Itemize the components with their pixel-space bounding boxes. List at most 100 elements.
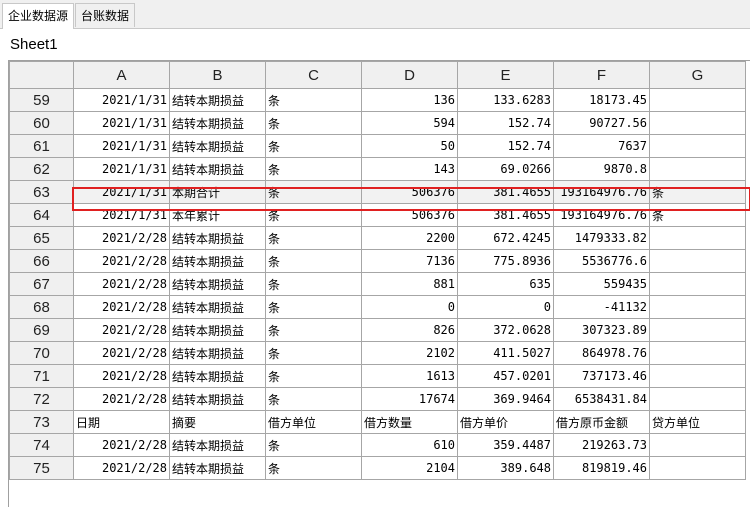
cell-a[interactable]: 2021/2/28	[73, 249, 170, 273]
cell-g[interactable]	[649, 111, 746, 135]
cell-b[interactable]: 结转本期损益	[169, 134, 266, 158]
cell-c[interactable]: 条	[265, 456, 362, 480]
row-header[interactable]: 67	[9, 272, 74, 296]
cell-d[interactable]: 594	[361, 111, 458, 135]
cell-g[interactable]	[649, 157, 746, 181]
cell-e[interactable]: 381.4655	[457, 180, 554, 204]
cell-a[interactable]: 2021/2/28	[73, 364, 170, 388]
cell-c[interactable]: 条	[265, 318, 362, 342]
row-header[interactable]: 69	[9, 318, 74, 342]
cell-d[interactable]: 143	[361, 157, 458, 181]
column-header-d[interactable]: D	[361, 61, 458, 89]
select-all-corner[interactable]	[9, 61, 74, 89]
cell-b[interactable]: 结转本期损益	[169, 272, 266, 296]
cell-g[interactable]	[649, 387, 746, 411]
column-header-c[interactable]: C	[265, 61, 362, 89]
row-header[interactable]: 74	[9, 433, 74, 457]
cell-f[interactable]: 193164976.76	[553, 180, 650, 204]
column-header-b[interactable]: B	[169, 61, 266, 89]
cell-d[interactable]: 610	[361, 433, 458, 457]
cell-c[interactable]: 条	[265, 387, 362, 411]
row-header[interactable]: 60	[9, 111, 74, 135]
cell-b[interactable]: 结转本期损益	[169, 249, 266, 273]
cell-f[interactable]: 6538431.84	[553, 387, 650, 411]
cell-a[interactable]: 日期	[73, 410, 170, 434]
cell-f[interactable]: 219263.73	[553, 433, 650, 457]
cell-g[interactable]	[649, 272, 746, 296]
cell-b[interactable]: 摘要	[169, 410, 266, 434]
cell-g[interactable]	[649, 88, 746, 112]
cell-f[interactable]: 18173.45	[553, 88, 650, 112]
cell-a[interactable]: 2021/1/31	[73, 111, 170, 135]
cell-b[interactable]: 结转本期损益	[169, 226, 266, 250]
cell-g[interactable]	[649, 433, 746, 457]
cell-f[interactable]: 819819.46	[553, 456, 650, 480]
cell-b[interactable]: 结转本期损益	[169, 433, 266, 457]
cell-f[interactable]: 737173.46	[553, 364, 650, 388]
cell-g[interactable]: 贷方单位	[649, 410, 746, 434]
cell-d[interactable]: 2104	[361, 456, 458, 480]
cell-d[interactable]: 0	[361, 295, 458, 319]
cell-c[interactable]: 条	[265, 272, 362, 296]
cell-b[interactable]: 结转本期损益	[169, 111, 266, 135]
cell-a[interactable]: 2021/2/28	[73, 295, 170, 319]
cell-e[interactable]: 411.5027	[457, 341, 554, 365]
cell-e[interactable]: 369.9464	[457, 387, 554, 411]
cell-f[interactable]: 5536776.6	[553, 249, 650, 273]
cell-a[interactable]: 2021/2/28	[73, 341, 170, 365]
cell-c[interactable]: 条	[265, 203, 362, 227]
cell-a[interactable]: 2021/1/31	[73, 134, 170, 158]
cell-g[interactable]	[649, 295, 746, 319]
row-header[interactable]: 59	[9, 88, 74, 112]
cell-e[interactable]: 672.4245	[457, 226, 554, 250]
cell-b[interactable]: 结转本期损益	[169, 88, 266, 112]
cell-f[interactable]: 9870.8	[553, 157, 650, 181]
row-header[interactable]: 73	[9, 410, 74, 434]
cell-a[interactable]: 2021/2/28	[73, 433, 170, 457]
cell-b[interactable]: 结转本期损益	[169, 341, 266, 365]
row-header[interactable]: 72	[9, 387, 74, 411]
cell-b[interactable]: 本年累计	[169, 203, 266, 227]
cell-a[interactable]: 2021/1/31	[73, 180, 170, 204]
row-header[interactable]: 65	[9, 226, 74, 250]
cell-f[interactable]: 7637	[553, 134, 650, 158]
cell-a[interactable]: 2021/1/31	[73, 203, 170, 227]
cell-c[interactable]: 条	[265, 433, 362, 457]
cell-g[interactable]: 条	[649, 180, 746, 204]
row-header[interactable]: 66	[9, 249, 74, 273]
cell-e[interactable]: 69.0266	[457, 157, 554, 181]
cell-g[interactable]	[649, 134, 746, 158]
cell-c[interactable]: 条	[265, 226, 362, 250]
cell-d[interactable]: 2102	[361, 341, 458, 365]
cell-f[interactable]: 193164976.76	[553, 203, 650, 227]
cell-g[interactable]	[649, 249, 746, 273]
cell-b[interactable]: 结转本期损益	[169, 456, 266, 480]
cell-e[interactable]: 0	[457, 295, 554, 319]
cell-b[interactable]: 结转本期损益	[169, 295, 266, 319]
cell-f[interactable]: 1479333.82	[553, 226, 650, 250]
cell-a[interactable]: 2021/2/28	[73, 226, 170, 250]
column-header-f[interactable]: F	[553, 61, 650, 89]
row-header[interactable]: 64	[9, 203, 74, 227]
cell-d[interactable]: 借方数量	[361, 410, 458, 434]
cell-c[interactable]: 条	[265, 134, 362, 158]
cell-e[interactable]: 381.4655	[457, 203, 554, 227]
row-header[interactable]: 68	[9, 295, 74, 319]
cell-e[interactable]: 372.0628	[457, 318, 554, 342]
row-header[interactable]: 62	[9, 157, 74, 181]
column-header-a[interactable]: A	[73, 61, 170, 89]
row-header[interactable]: 70	[9, 341, 74, 365]
tab-ledger-data[interactable]: 台账数据	[75, 3, 136, 27]
cell-c[interactable]: 条	[265, 180, 362, 204]
cell-d[interactable]: 17674	[361, 387, 458, 411]
cell-e[interactable]: 152.74	[457, 111, 554, 135]
row-header[interactable]: 61	[9, 134, 74, 158]
cell-d[interactable]: 50	[361, 134, 458, 158]
cell-g[interactable]: 条	[649, 203, 746, 227]
cell-a[interactable]: 2021/1/31	[73, 88, 170, 112]
cell-e[interactable]: 133.6283	[457, 88, 554, 112]
cell-f[interactable]: -41132	[553, 295, 650, 319]
cell-b[interactable]: 本期合计	[169, 180, 266, 204]
cell-b[interactable]: 结转本期损益	[169, 157, 266, 181]
cell-g[interactable]	[649, 318, 746, 342]
